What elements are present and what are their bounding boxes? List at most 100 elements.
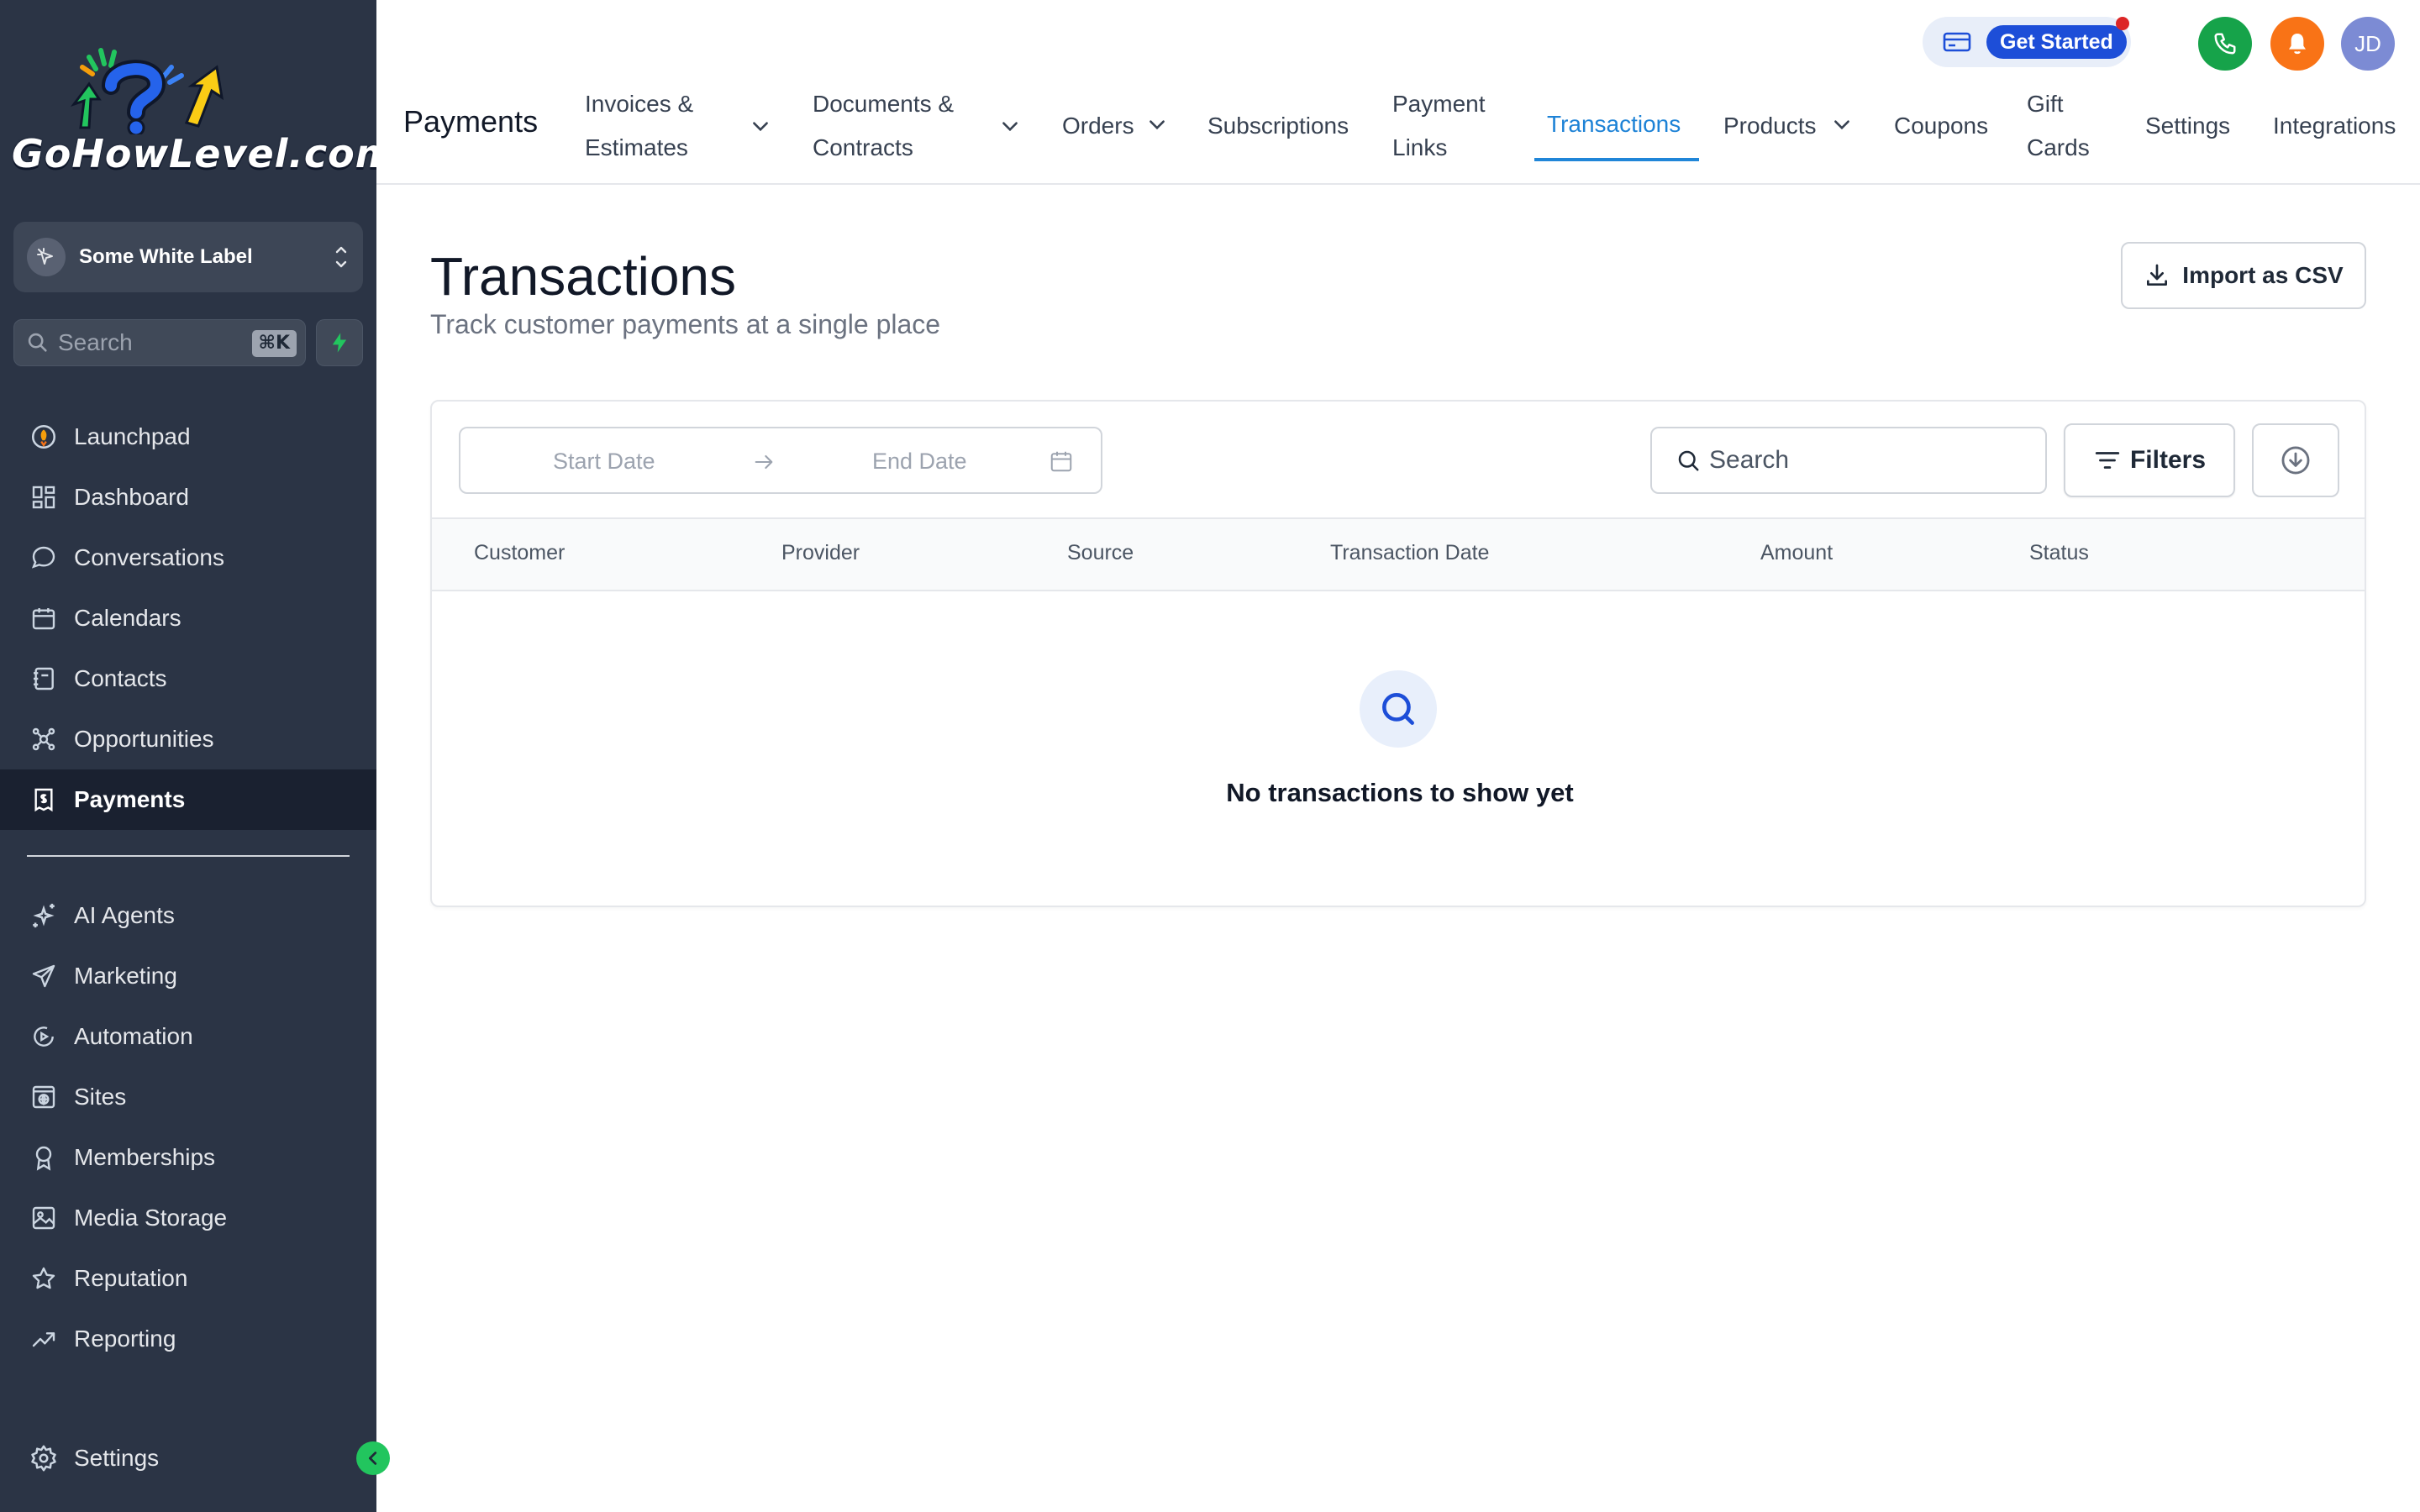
cursor-click-icon (27, 238, 66, 276)
tab-integrations[interactable]: Integrations (2273, 104, 2396, 148)
tab-gift-cards[interactable]: Gift Cards (2027, 82, 2090, 170)
column-header-customer[interactable]: Customer (474, 541, 565, 565)
sidebar: GoHowLevel.com Some White Label Search ⌘… (0, 0, 397, 1512)
tab-documents-contracts[interactable]: Documents & Contracts (813, 82, 1018, 170)
search-icon (1678, 450, 1699, 471)
chat-bubble-icon (27, 541, 60, 575)
sidebar-item-memberships[interactable]: Memberships (0, 1127, 376, 1188)
opportunities-icon (27, 722, 60, 756)
sidebar-item-label: Contacts (74, 665, 167, 691)
tab-transactions[interactable]: Transactions (1547, 102, 1681, 146)
sidebar-item-label: Sites (74, 1084, 127, 1110)
get-started-widget[interactable]: Get Started (1923, 17, 2131, 67)
sparkle-icon (27, 899, 60, 932)
column-header-provider[interactable]: Provider (781, 541, 860, 565)
sidebar-item-reporting[interactable]: Reporting (0, 1309, 376, 1369)
sidebar-item-sites[interactable]: Sites (0, 1067, 376, 1127)
tab-label: Subscriptions (1207, 113, 1349, 139)
tab-label: Estimates (585, 134, 688, 160)
column-header-transaction-date[interactable]: Transaction Date (1330, 541, 1489, 565)
start-date-input[interactable]: Start Date (553, 449, 655, 475)
tab-label: Cards (2027, 134, 2090, 160)
sidebar-nav-primary: Launchpad Dashboard Conversations Calend… (0, 407, 376, 830)
tab-label: Links (1392, 134, 1448, 160)
transactions-search-input[interactable]: Search (1650, 427, 2047, 494)
logo-mark-icon (70, 48, 224, 137)
sidebar-item-label: Reputation (74, 1265, 188, 1291)
sidebar-item-label: Calendars (74, 605, 182, 631)
sidebar-item-label: Reporting (74, 1326, 176, 1352)
sidebar-item-ai-agents[interactable]: AI Agents (0, 885, 376, 946)
sidebar-item-label: Marketing (74, 963, 177, 989)
calendar-icon (27, 601, 60, 635)
chevron-left-icon (368, 1452, 377, 1465)
sidebar-item-conversations[interactable]: Conversations (0, 528, 376, 588)
tab-label: Payment (1392, 91, 1486, 117)
column-header-status[interactable]: Status (2029, 541, 2089, 565)
sidebar-nav-footer: Settings (0, 1428, 376, 1488)
sidebar-item-automation[interactable]: Automation (0, 1006, 376, 1067)
sidebar-item-reputation[interactable]: Reputation (0, 1248, 376, 1309)
page-subtitle: Track customer payments at a single plac… (430, 309, 941, 339)
sidebar-item-calendars[interactable]: Calendars (0, 588, 376, 648)
sidebar-item-contacts[interactable]: Contacts (0, 648, 376, 709)
tab-invoices-estimates[interactable]: Invoices & Estimates (585, 82, 768, 170)
module-title: Payments (403, 104, 539, 139)
sidebar-nav-secondary: AI Agents Marketing Automation Sites Mem… (0, 885, 376, 1369)
download-button[interactable] (2252, 423, 2339, 497)
sidebar-search-placeholder: Search (58, 329, 133, 355)
sidebar-item-label: AI Agents (74, 902, 175, 928)
trending-up-icon (27, 1322, 60, 1356)
get-started-button[interactable]: Get Started (1986, 25, 2127, 59)
quick-actions-button[interactable] (316, 319, 363, 366)
phone-button[interactable] (2198, 17, 2252, 71)
star-icon (27, 1262, 60, 1295)
filter-lines-icon (2095, 452, 2120, 469)
empty-state-search-icon (1360, 670, 1437, 748)
globe-window-icon (27, 1080, 60, 1114)
tab-coupons[interactable]: Coupons (1894, 104, 1988, 148)
tab-label: Products (1723, 113, 1817, 139)
avatar[interactable]: JD (2341, 17, 2395, 71)
tab-products[interactable]: Products (1723, 104, 1849, 148)
brand-logo[interactable]: GoHowLevel.com (12, 42, 397, 193)
sidebar-item-marketing[interactable]: Marketing (0, 946, 376, 1006)
tab-settings[interactable]: Settings (2145, 104, 2230, 148)
tab-subscriptions[interactable]: Subscriptions (1207, 104, 1349, 148)
phone-icon (2214, 33, 2236, 55)
page-title: Transactions (430, 246, 736, 307)
chevron-down-icon (1002, 122, 1018, 132)
sidebar-search-input[interactable]: Search ⌘K (13, 319, 306, 366)
sidebar-item-launchpad[interactable]: Launchpad (0, 407, 376, 467)
calendar-icon (1050, 451, 1072, 472)
location-switcher[interactable]: Some White Label (13, 222, 363, 292)
sidebar-item-media-storage[interactable]: Media Storage (0, 1188, 376, 1248)
tab-payment-links[interactable]: Payment Links (1392, 82, 1486, 170)
location-name: Some White Label (79, 245, 253, 268)
logo-wordmark: GoHowLevel.com (12, 131, 397, 176)
sidebar-item-label: Media Storage (74, 1205, 228, 1231)
import-csv-button[interactable]: Import as CSV (2121, 242, 2366, 309)
column-header-amount[interactable]: Amount (1760, 541, 1833, 565)
sidebar-item-payments[interactable]: Payments (0, 769, 376, 830)
contact-book-icon (27, 662, 60, 696)
import-csv-label: Import as CSV (2182, 262, 2344, 288)
end-date-input[interactable]: End Date (872, 449, 967, 475)
sidebar-item-dashboard[interactable]: Dashboard (0, 467, 376, 528)
notifications-button[interactable] (2270, 17, 2324, 71)
tab-label: Integrations (2273, 113, 2396, 139)
lightning-bolt-icon (332, 333, 347, 353)
sidebar-item-settings[interactable]: Settings (0, 1428, 376, 1488)
chevron-up-down-icon (335, 246, 347, 268)
tab-label: Transactions (1547, 111, 1681, 137)
filters-button[interactable]: Filters (2064, 423, 2235, 497)
sidebar-divider (27, 855, 350, 857)
tab-orders[interactable]: Orders (1062, 104, 1165, 148)
date-range-picker[interactable]: Start Date End Date (459, 427, 1102, 494)
collapse-sidebar-button[interactable] (356, 1441, 390, 1475)
tab-label: Orders (1062, 113, 1134, 139)
column-header-source[interactable]: Source (1067, 541, 1134, 565)
sidebar-item-opportunities[interactable]: Opportunities (0, 709, 376, 769)
download-icon (2147, 264, 2168, 286)
rocket-icon (27, 420, 60, 454)
